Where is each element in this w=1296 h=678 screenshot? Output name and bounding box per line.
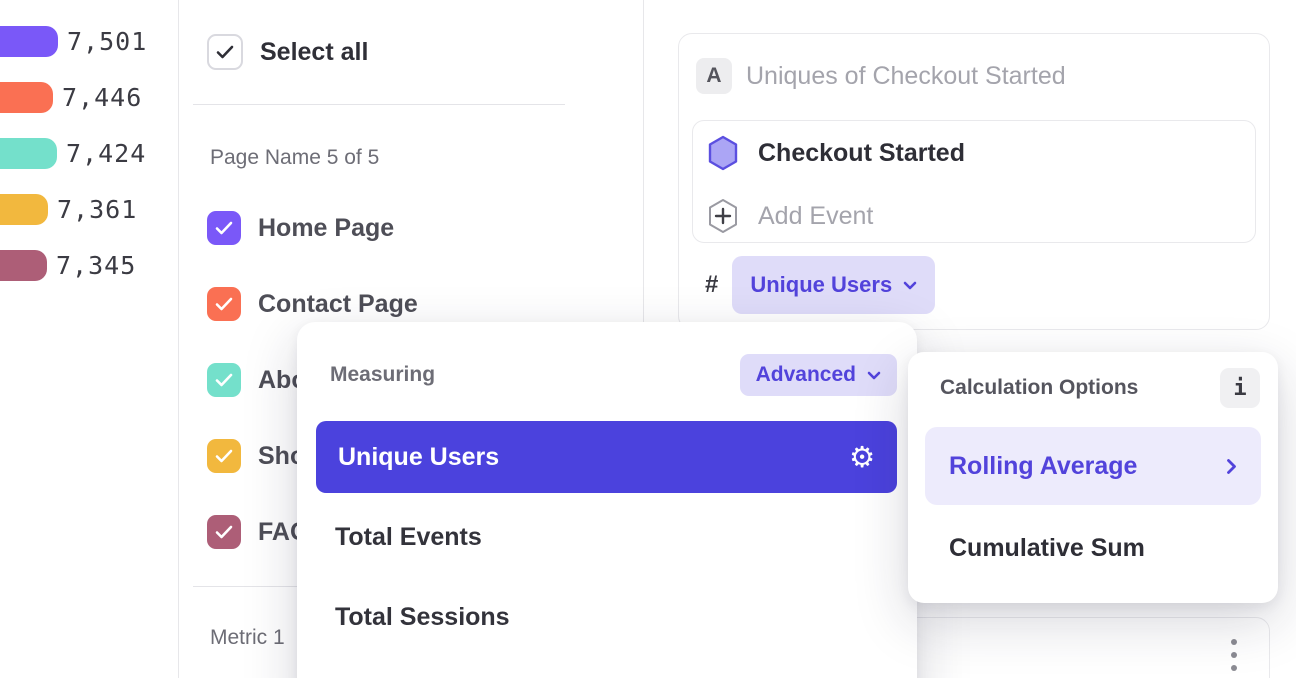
legend-value: 7,361 bbox=[57, 195, 137, 224]
measurement-value: Unique Users bbox=[750, 272, 892, 298]
panel-divider bbox=[178, 0, 179, 678]
menu-option-total-sessions[interactable]: Total Sessions bbox=[335, 581, 510, 653]
menu-option-total-events[interactable]: Total Events bbox=[335, 501, 482, 573]
measuring-menu: Measuring Advanced Unique Users ⚙ Total … bbox=[297, 322, 917, 678]
legend-item: 7,424 bbox=[0, 138, 146, 169]
measuring-menu-header: Measuring Advanced bbox=[330, 354, 897, 396]
checkbox-contact-page[interactable] bbox=[207, 287, 241, 321]
event-hexagon-icon bbox=[707, 135, 739, 171]
legend-value: 7,446 bbox=[62, 83, 142, 112]
legend-value: 7,501 bbox=[67, 27, 147, 56]
series-name-input[interactable]: A Uniques of Checkout Started bbox=[696, 58, 1066, 94]
checkmark-icon bbox=[216, 45, 234, 59]
dot bbox=[1231, 652, 1237, 658]
section-divider bbox=[193, 104, 565, 105]
number-symbol: # bbox=[705, 271, 718, 299]
legend-bar-swatch bbox=[0, 194, 48, 225]
select-all-label: Select all bbox=[260, 38, 368, 67]
legend-item: 7,446 bbox=[0, 82, 142, 113]
filter-row-home-page[interactable]: Home Page bbox=[207, 211, 394, 245]
info-icon[interactable]: i bbox=[1220, 368, 1260, 408]
filter-label: Home Page bbox=[258, 214, 394, 243]
legend-bar-swatch bbox=[0, 82, 53, 113]
legend-item: 7,501 bbox=[0, 26, 147, 57]
select-all-row[interactable]: Select all bbox=[207, 34, 368, 70]
chevron-down-icon bbox=[903, 281, 917, 290]
series-name-placeholder: Uniques of Checkout Started bbox=[746, 62, 1066, 91]
filter-label: Contact Page bbox=[258, 290, 418, 319]
calculation-options-title: Calculation Options bbox=[940, 376, 1138, 400]
event-list-card: Checkout Started Add Event bbox=[692, 120, 1256, 243]
legend-item: 7,345 bbox=[0, 250, 136, 281]
checkbox-home-page[interactable] bbox=[207, 211, 241, 245]
metric-label: Metric 1 bbox=[210, 626, 285, 650]
filter-group-label: Page Name 5 of 5 bbox=[210, 146, 379, 170]
option-label: Total Events bbox=[335, 523, 482, 552]
calculation-menu-header: Calculation Options i bbox=[940, 368, 1260, 408]
section-divider bbox=[193, 586, 310, 587]
calculation-options-menu: Calculation Options i Rolling Average Cu… bbox=[908, 352, 1278, 603]
checkbox-shop-page[interactable] bbox=[207, 439, 241, 473]
more-options-button[interactable] bbox=[1227, 635, 1241, 675]
series-letter-badge: A bbox=[696, 58, 732, 94]
legend-bar-swatch bbox=[0, 26, 58, 57]
add-event-label: Add Event bbox=[758, 202, 873, 231]
advanced-label: Advanced bbox=[756, 363, 856, 387]
event-name: Checkout Started bbox=[758, 139, 965, 168]
query-card: A Uniques of Checkout Started Checkout S… bbox=[678, 33, 1270, 330]
checkbox-faq-page[interactable] bbox=[207, 515, 241, 549]
checkmark-icon bbox=[215, 525, 233, 539]
add-event-button[interactable]: Add Event bbox=[707, 198, 873, 234]
selected-option-label: Unique Users bbox=[338, 443, 499, 472]
chevron-right-icon bbox=[1226, 458, 1237, 475]
checkmark-icon bbox=[215, 373, 233, 387]
dot bbox=[1231, 665, 1237, 671]
menu-option-rolling-average[interactable]: Rolling Average bbox=[925, 427, 1261, 505]
option-label: Total Sessions bbox=[335, 603, 510, 632]
checkmark-icon bbox=[215, 297, 233, 311]
legend-value: 7,345 bbox=[56, 251, 136, 280]
advanced-mode-dropdown[interactable]: Advanced bbox=[740, 354, 897, 396]
analytics-screen: 7,501 7,446 7,424 7,361 7,345 Select all bbox=[0, 0, 1296, 678]
gear-icon[interactable]: ⚙ bbox=[849, 443, 875, 472]
legend-value: 7,424 bbox=[66, 139, 146, 168]
measurement-row: # Unique Users bbox=[705, 256, 935, 314]
select-all-checkbox[interactable] bbox=[207, 34, 243, 70]
option-label: Rolling Average bbox=[949, 452, 1137, 481]
checkbox-about-page[interactable] bbox=[207, 363, 241, 397]
measurement-dropdown[interactable]: Unique Users bbox=[732, 256, 935, 314]
chevron-down-icon bbox=[867, 371, 881, 380]
checkmark-icon bbox=[215, 221, 233, 235]
checkmark-icon bbox=[215, 449, 233, 463]
legend-bar-swatch bbox=[0, 138, 57, 169]
event-row-checkout-started[interactable]: Checkout Started bbox=[707, 135, 965, 171]
option-label: Cumulative Sum bbox=[949, 534, 1145, 563]
measuring-title: Measuring bbox=[330, 363, 435, 387]
add-event-hexagon-icon bbox=[707, 198, 739, 234]
legend-item: 7,361 bbox=[0, 194, 137, 225]
legend-bar-swatch bbox=[0, 250, 47, 281]
dot bbox=[1231, 639, 1237, 645]
menu-option-cumulative-sum[interactable]: Cumulative Sum bbox=[949, 525, 1145, 571]
menu-option-unique-users[interactable]: Unique Users ⚙ bbox=[316, 421, 897, 493]
filter-row-contact-page[interactable]: Contact Page bbox=[207, 287, 418, 321]
